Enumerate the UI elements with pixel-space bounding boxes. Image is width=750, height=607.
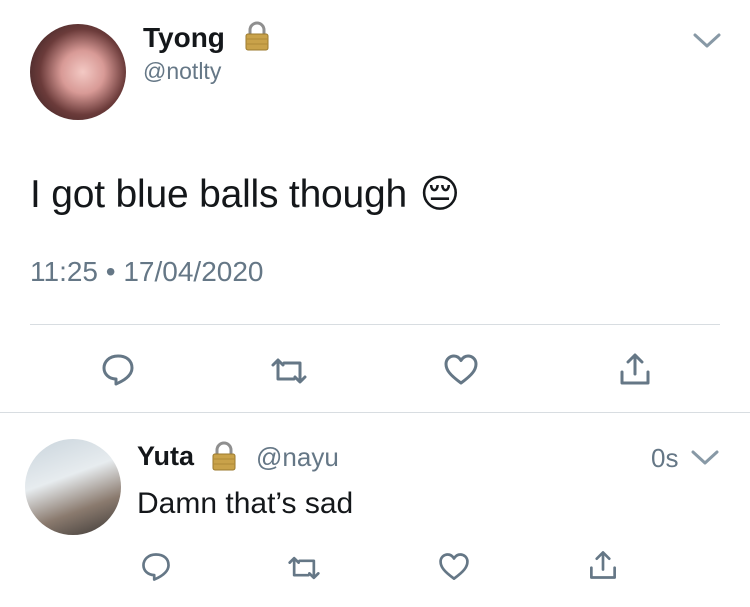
lock-icon — [212, 441, 236, 471]
divider — [30, 324, 720, 325]
reply-time: 0s — [651, 443, 679, 473]
reply-author-avatar[interactable] — [25, 439, 121, 535]
share-icon[interactable] — [616, 350, 654, 388]
section-divider — [0, 412, 750, 413]
retweet-icon[interactable] — [270, 352, 308, 390]
chevron-down-icon[interactable] — [690, 447, 720, 467]
reply-text: Damn that’s sad — [137, 487, 354, 520]
heart-icon[interactable] — [442, 351, 480, 389]
pensive-emoji: 😔 — [419, 173, 460, 216]
author-handle[interactable]: @notlty — [143, 58, 221, 85]
reply-author-handle[interactable]: @nayu — [256, 442, 339, 473]
author-avatar[interactable] — [30, 24, 126, 120]
tweet-text: I got blue balls though — [30, 173, 408, 216]
tweet-body: I got blue balls though 😔 — [30, 172, 460, 217]
reply-bubble-icon[interactable] — [139, 550, 173, 584]
tweet-timestamp[interactable]: 11:25 • 17/04/2020 — [30, 256, 264, 288]
reply-bubble-icon[interactable] — [99, 351, 137, 389]
reply-author-name[interactable]: Yuta — [137, 441, 194, 472]
lock-icon — [245, 21, 269, 51]
heart-icon[interactable] — [437, 550, 471, 584]
chevron-down-icon[interactable] — [692, 30, 722, 50]
share-icon[interactable] — [586, 548, 620, 582]
author-name[interactable]: Tyong — [143, 22, 225, 54]
retweet-icon[interactable] — [287, 551, 321, 585]
